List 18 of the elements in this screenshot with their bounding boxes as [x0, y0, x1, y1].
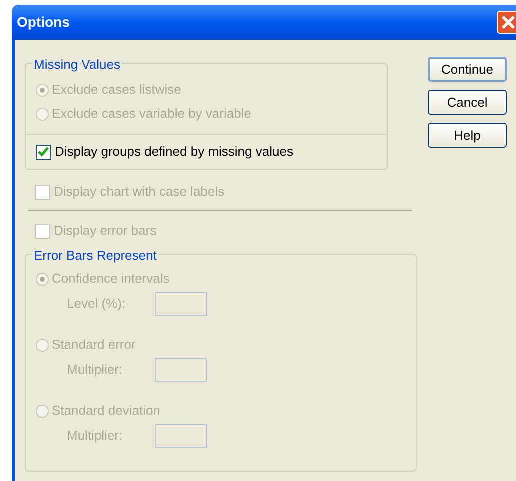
close-button[interactable]: [497, 11, 516, 34]
field-label: Multiplier:: [67, 427, 124, 446]
checkbox-label: Display groups defined by missing values: [55, 143, 294, 162]
dialog-button[interactable]: Cancel: [428, 90, 507, 115]
checkbox-label: Display chart with case labels: [54, 183, 225, 202]
dialog-button[interactable]: Help: [428, 123, 507, 148]
dialog-button[interactable]: Continue: [428, 57, 507, 82]
field-label: Level (%):: [67, 295, 127, 314]
window-title: Options: [17, 13, 70, 32]
radio-label: Standard error: [52, 336, 136, 354]
checkbox[interactable]: [36, 144, 51, 160]
checkbox-label: Display error bars: [54, 222, 157, 240]
radio-label: Exclude cases variable by variable: [52, 105, 252, 124]
close-icon: [501, 15, 516, 30]
radio-label: Confidence intervals: [52, 270, 170, 288]
field-label: Multiplier:: [67, 361, 124, 380]
radio-label: Exclude cases listwise: [52, 81, 182, 100]
radio-label: Standard deviation: [52, 402, 160, 420]
